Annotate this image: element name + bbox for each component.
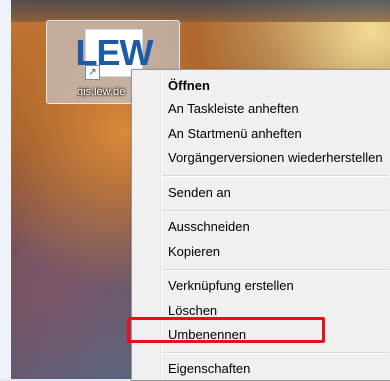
menu-item-pin-taskbar[interactable]: An Taskleiste anheften — [168, 101, 299, 117]
menu-separator — [163, 352, 388, 354]
menu-item-copy[interactable]: Kopieren — [168, 244, 220, 260]
menu-item-create-shortcut[interactable]: Verknüpfung erstellen — [168, 278, 294, 294]
menu-item-send-to[interactable]: Senden an — [168, 185, 231, 201]
shortcut-arrow-icon: ↗ — [85, 65, 100, 80]
desktop-top-band — [11, 0, 390, 22]
menu-separator — [163, 269, 388, 271]
menu-separator — [163, 175, 388, 177]
menu-item-cut[interactable]: Ausschneiden — [168, 219, 250, 235]
menu-item-open[interactable]: Öffnen — [168, 78, 210, 94]
menu-separator — [163, 210, 388, 212]
menu-item-restore-previous[interactable]: Vorgängerversionen wiederherstellen — [168, 150, 383, 166]
rename-highlight-box — [127, 317, 325, 343]
menu-item-properties[interactable]: Eigenschaften — [168, 361, 250, 377]
menu-item-pin-startmenu[interactable]: An Startmenü anheften — [168, 126, 302, 142]
